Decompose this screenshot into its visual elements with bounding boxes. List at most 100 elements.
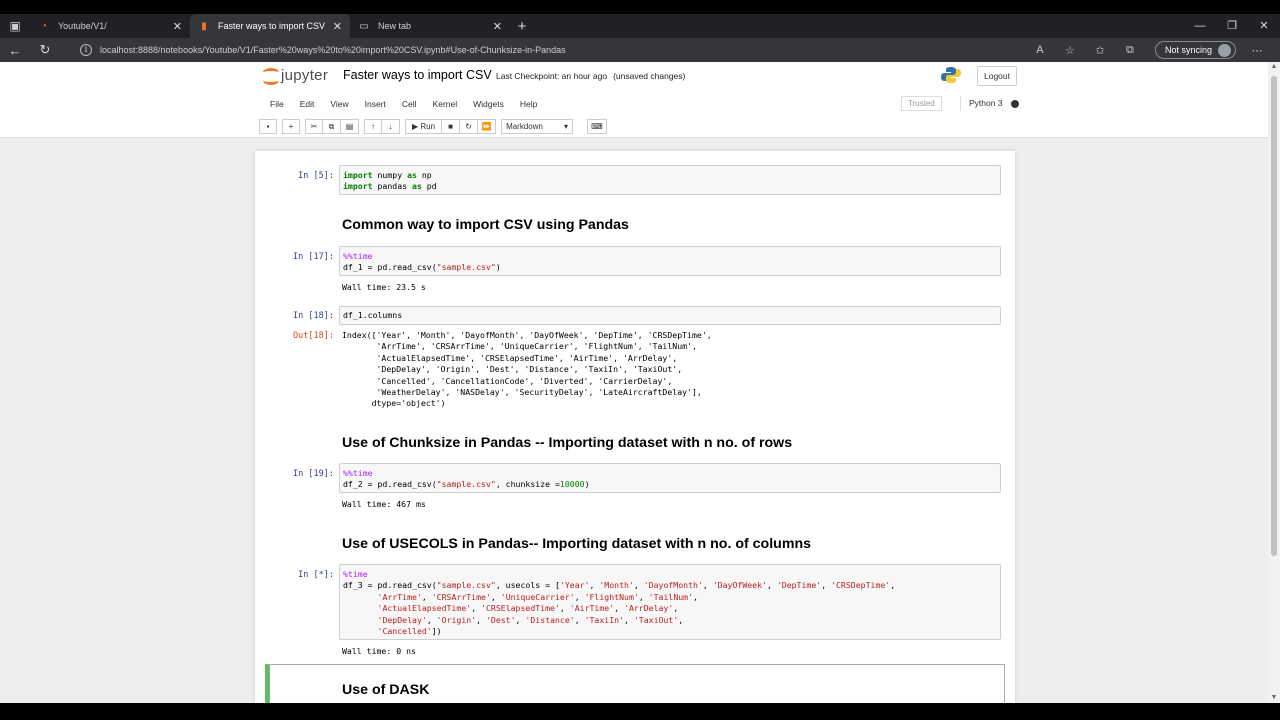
refresh-icon[interactable]: ↻ bbox=[30, 42, 60, 58]
scroll-up-icon[interactable]: ▲ bbox=[1268, 62, 1280, 72]
code-text: df_1.columns bbox=[343, 310, 403, 320]
kernel-name: Python 3 bbox=[969, 98, 1003, 108]
interrupt-icon[interactable]: ■ bbox=[442, 119, 461, 134]
jupyter-wordmark: jupyter bbox=[281, 66, 329, 84]
window-controls: — ❐ ✕ bbox=[1184, 14, 1280, 38]
site-info-icon[interactable]: i bbox=[80, 44, 92, 56]
checkpoint-status: Last Checkpoint: an hour ago (unsaved cha… bbox=[496, 71, 685, 81]
close-tab-icon[interactable]: ✕ bbox=[333, 20, 342, 33]
tab-title: Youtube/V1/ bbox=[58, 21, 107, 31]
tab-actions-icon[interactable]: ▣ bbox=[0, 14, 30, 38]
copy-icon[interactable]: ⧉ bbox=[323, 119, 341, 134]
jupyter-orb-icon bbox=[262, 66, 280, 85]
code-text: %%time df_2 = pd.read_csv("sample.csv", … bbox=[343, 468, 590, 490]
url-field[interactable]: i localhost:8888/notebooks/Youtube/V1/Fa… bbox=[70, 40, 1100, 60]
scrollbar-thumb[interactable] bbox=[1271, 76, 1277, 556]
menu-view[interactable]: View bbox=[330, 96, 348, 112]
code-cell-input[interactable]: import numpy as np import pandas as pd bbox=[339, 165, 1001, 195]
scroll-down-icon[interactable]: ▼ bbox=[1268, 693, 1280, 703]
notebook-title[interactable]: Faster ways to import CSV bbox=[343, 68, 492, 82]
browser-tab-strip: ▣ ◔ Youtube/V1/ ✕ ▮ Faster ways to impor… bbox=[0, 14, 1280, 38]
url-text: localhost:8888/notebooks/Youtube/V1/Fast… bbox=[100, 45, 566, 55]
menu-help[interactable]: Help bbox=[520, 96, 537, 112]
logout-button[interactable]: Logout bbox=[977, 66, 1017, 86]
menu-kernel[interactable]: Kernel bbox=[433, 96, 458, 112]
markdown-heading: Common way to import CSV using Pandas bbox=[342, 217, 629, 233]
cell-prompt: In [*]: bbox=[298, 570, 334, 580]
insert-cell-icon[interactable]: + bbox=[282, 119, 300, 134]
move-up-icon[interactable]: ↑ bbox=[364, 119, 382, 134]
code-text: %%time df_1 = pd.read_csv("sample.csv") bbox=[343, 251, 501, 273]
cell-output: Index(['Year', 'Month', 'DayofMonth', 'D… bbox=[342, 330, 712, 409]
avatar bbox=[1218, 43, 1231, 57]
cell-prompt: In [19]: bbox=[293, 469, 334, 479]
paste-icon[interactable]: ▤ bbox=[341, 119, 359, 134]
browser-tab-youtube[interactable]: ◔ Youtube/V1/ ✕ bbox=[30, 14, 190, 38]
markdown-heading: Use of Chunksize in Pandas -- Importing … bbox=[342, 435, 793, 451]
close-tab-icon[interactable]: ✕ bbox=[493, 20, 502, 33]
restart-run-all-icon[interactable]: ⏩ bbox=[478, 119, 497, 134]
menu-edit[interactable]: Edit bbox=[300, 96, 315, 112]
favorites-icon[interactable]: ✩ bbox=[1085, 44, 1115, 57]
menu-widgets[interactable]: Widgets bbox=[473, 96, 504, 112]
cell-output: Wall time: 0 ns bbox=[342, 646, 416, 656]
cell-output: Wall time: 467 ms bbox=[342, 499, 426, 509]
read-aloud-icon[interactable]: A bbox=[1025, 44, 1055, 56]
close-window-icon[interactable]: ✕ bbox=[1248, 14, 1280, 38]
cell-output: Wall time: 23.5 s bbox=[342, 282, 426, 292]
output-prompt: Out[18]: bbox=[293, 331, 334, 341]
code-cell-input[interactable]: %%time df_1 = pd.read_csv("sample.csv") bbox=[339, 246, 1001, 276]
jupyter-page: jupyter Faster ways to import CSV Last C… bbox=[0, 62, 1268, 703]
add-favorite-icon[interactable]: ☆ bbox=[1055, 44, 1085, 57]
restore-icon[interactable]: ❐ bbox=[1216, 14, 1248, 38]
jupyter-header: jupyter Faster ways to import CSV Last C… bbox=[0, 62, 1268, 138]
browser-tab-newtab[interactable]: ▭ New tab ✕ bbox=[350, 14, 510, 38]
bottom-black-bar bbox=[0, 703, 1280, 720]
run-button[interactable]: ▶ Run bbox=[405, 119, 443, 134]
minimize-icon[interactable]: — bbox=[1184, 14, 1216, 38]
notebook-favicon-icon: ▮ bbox=[201, 20, 207, 32]
code-cell-input[interactable]: %%time df_2 = pd.read_csv("sample.csv", … bbox=[339, 463, 1001, 493]
menu-file[interactable]: File bbox=[270, 96, 284, 112]
sync-label: Not syncing bbox=[1164, 45, 1212, 55]
collections-icon[interactable]: ⧉ bbox=[1115, 44, 1145, 57]
cell-prompt: In [5]: bbox=[298, 171, 334, 181]
jupyter-favicon-icon: ◔ bbox=[40, 20, 48, 32]
code-text: %time df_3 = pd.read_csv("sample.csv", u… bbox=[343, 569, 896, 637]
menu-insert[interactable]: Insert bbox=[365, 96, 386, 112]
notebook-toolbar: ▪ + ✂ ⧉ ▤ ↑ ↓ ▶ Run ■ ↻ ⏩ Markdown ⌨ bbox=[259, 118, 1019, 135]
save-icon[interactable]: ▪ bbox=[259, 119, 277, 134]
code-cell-input[interactable]: df_1.columns bbox=[339, 306, 1001, 325]
cut-icon[interactable]: ✂ bbox=[305, 119, 323, 134]
newtab-favicon-icon: ▭ bbox=[359, 20, 369, 32]
menu-cell[interactable]: Cell bbox=[402, 96, 417, 112]
python-logo-icon bbox=[941, 67, 961, 83]
checkpoint-text: Last Checkpoint: an hour ago bbox=[496, 71, 608, 81]
unsaved-text: (unsaved changes) bbox=[613, 71, 686, 81]
run-label: Run bbox=[420, 122, 436, 131]
page-scrollbar[interactable]: ▲ ▼ bbox=[1268, 62, 1280, 703]
trusted-indicator[interactable]: Trusted bbox=[901, 96, 942, 111]
kernel-busy-icon bbox=[1010, 99, 1019, 108]
tab-title: New tab bbox=[378, 21, 412, 31]
restart-icon[interactable]: ↻ bbox=[460, 119, 479, 134]
markdown-heading: Use of DASK bbox=[342, 682, 430, 698]
top-black-bar bbox=[0, 0, 1280, 14]
new-tab-icon[interactable]: + bbox=[510, 18, 534, 35]
notebook-container: In [5]: import numpy as np import pandas… bbox=[255, 151, 1015, 703]
command-palette-icon[interactable]: ⌨ bbox=[587, 119, 607, 134]
kernel-indicator: Python 3 bbox=[960, 96, 1019, 111]
more-menu-icon[interactable]: ⋯ bbox=[1242, 44, 1272, 57]
move-down-icon[interactable]: ↓ bbox=[382, 119, 400, 134]
jupyter-logo[interactable]: jupyter bbox=[262, 66, 329, 85]
cell-prompt: In [17]: bbox=[293, 252, 334, 262]
browser-tab-notebook[interactable]: ▮ Faster ways to import CSV - Jupy ✕ bbox=[190, 14, 350, 38]
cell-type-select[interactable]: Markdown bbox=[501, 119, 574, 134]
tab-title: Faster ways to import CSV - Jupy bbox=[218, 21, 327, 31]
close-tab-icon[interactable]: ✕ bbox=[173, 20, 182, 33]
profile-sync-button[interactable]: Not syncing bbox=[1154, 41, 1236, 59]
address-bar: ← ↻ i localhost:8888/notebooks/Youtube/V… bbox=[0, 38, 1280, 62]
back-icon[interactable]: ← bbox=[0, 43, 30, 58]
code-cell-input[interactable]: %time df_3 = pd.read_csv("sample.csv", u… bbox=[339, 564, 1001, 640]
markdown-heading: Use of USECOLS in Pandas-- Importing dat… bbox=[342, 536, 812, 552]
